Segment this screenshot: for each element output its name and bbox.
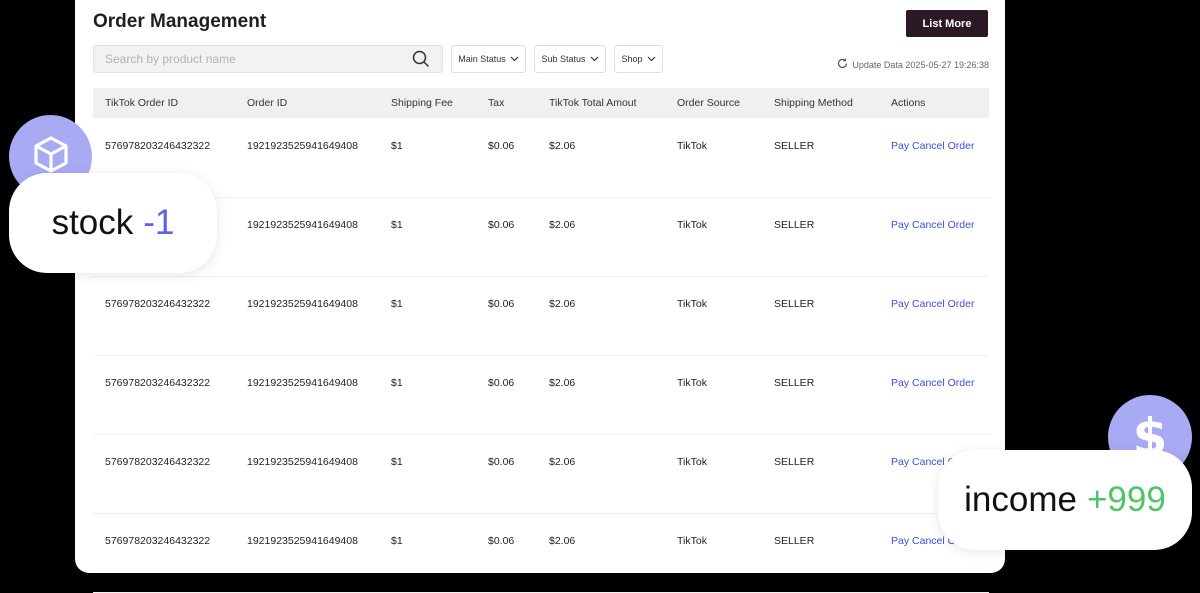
shop-label: Shop [621, 54, 643, 64]
pay-link[interactable]: Pay [891, 219, 909, 231]
column-header: Order Source [677, 97, 741, 109]
table-cell: 1921923525941649408 [247, 535, 358, 547]
table-cell: $2.06 [549, 456, 576, 468]
list-more-button[interactable]: List More [906, 10, 988, 37]
table-cell: $0.06 [488, 377, 515, 389]
table-cell: 1921923525941649408 [247, 456, 358, 468]
table-row: 576978203246432322 1921923525941649408 $1 $… [93, 118, 989, 198]
main-status-label: Main Status [458, 54, 506, 64]
table-row: 576978203246432322 1921923525941649408 $1 $… [93, 434, 989, 514]
table-cell: SELLER [774, 140, 815, 152]
table-cell: $2.06 [549, 140, 576, 152]
table-cell: 576978203246432322 [105, 298, 211, 310]
income-value: +999 [1086, 480, 1166, 519]
table-cell: 576978203246432322 [105, 377, 211, 389]
chevron-down-icon [510, 54, 519, 64]
table-cell: TikTok [677, 535, 707, 547]
table-cell: 576978203246432322 [105, 140, 211, 152]
main-status-dropdown[interactable]: Main Status [451, 45, 526, 73]
cancel-order-link[interactable]: Cancel Order [912, 298, 974, 310]
table-cell: 1921923525941649408 [247, 377, 358, 389]
cancel-order-link[interactable]: Cancel Order [912, 219, 974, 231]
shop-dropdown[interactable]: Shop [614, 45, 663, 73]
chevron-down-icon [590, 54, 599, 64]
table-cell: 1921923525941649408 [247, 298, 358, 310]
table-row: 576978203246432322 1921923525941649408 $1 $… [93, 276, 989, 356]
stock-label: stock [51, 203, 134, 242]
chevron-down-icon [647, 54, 656, 64]
table-cell: TikTok [677, 219, 707, 231]
table-cell: $1 [391, 456, 403, 468]
actions-cell: Pay Cancel Order [891, 219, 974, 231]
actions-cell: Pay Cancel Order [891, 298, 974, 310]
table-row: 576978203246432322 1921923525941649408 $1 $… [93, 355, 989, 435]
table-cell: SELLER [774, 219, 815, 231]
pay-link[interactable]: Pay [891, 535, 909, 547]
table-cell: TikTok [677, 298, 707, 310]
table-cell: $1 [391, 377, 403, 389]
cancel-order-link[interactable]: Cancel Order [912, 377, 974, 389]
sub-status-dropdown[interactable]: Sub Status [534, 45, 606, 73]
table-cell: $2.06 [549, 535, 576, 547]
actions-cell: Pay Cancel Order [891, 140, 974, 152]
column-header: Actions [891, 97, 926, 109]
table-cell: $2.06 [549, 377, 576, 389]
update-info: Update Data 2025-05-27 19:26:38 [837, 58, 989, 71]
table-cell: SELLER [774, 298, 815, 310]
table-row: 5769782032464323221921923525941649408$1$… [93, 197, 989, 277]
column-header: Tax [488, 97, 505, 109]
search-input[interactable] [94, 51, 410, 67]
table-cell: $1 [391, 535, 403, 547]
column-header: TikTok Total Amout [549, 97, 637, 109]
refresh-icon[interactable] [837, 58, 848, 71]
table-cell: $0.06 [488, 219, 515, 231]
actions-cell: Pay Cancel Order [891, 377, 974, 389]
table-cell: 576978203246432322 [105, 456, 211, 468]
pay-link[interactable]: Pay [891, 377, 909, 389]
table-cell: 1921923525941649408 [247, 140, 358, 152]
table-cell: SELLER [774, 377, 815, 389]
search-box [93, 45, 443, 73]
table-cell: $0.06 [488, 140, 515, 152]
stock-badge: stock -1 [9, 173, 217, 273]
income-label: income [964, 480, 1077, 519]
table-header: TikTok Order ID Order ID Shipping Fee Ta… [93, 88, 989, 118]
search-icon[interactable] [410, 48, 432, 70]
page-title: Order Management [93, 11, 267, 32]
order-management-panel: Order Management List More Main Status S… [75, 0, 1005, 593]
pay-link[interactable]: Pay [891, 140, 909, 152]
table-cell: $2.06 [549, 219, 576, 231]
column-header: TikTok Order ID [105, 97, 179, 109]
cancel-order-link[interactable]: Cancel Order [912, 140, 974, 152]
table-cell: TikTok [677, 456, 707, 468]
table-cell: $0.06 [488, 535, 515, 547]
pay-link[interactable]: Pay [891, 456, 909, 468]
stock-value: -1 [143, 203, 175, 242]
table-row: 576978203246432322 1921923525941649408 $1 $… [93, 513, 989, 593]
table-cell: 1921923525941649408 [247, 219, 358, 231]
table-cell: 576978203246432322 [105, 535, 211, 547]
table-cell: TikTok [677, 140, 707, 152]
table-cell: TikTok [677, 377, 707, 389]
column-header: Shipping Method [774, 97, 853, 109]
table-cell: $1 [391, 140, 403, 152]
table-cell: SELLER [774, 535, 815, 547]
table-cell: $0.06 [488, 298, 515, 310]
table-cell: $1 [391, 298, 403, 310]
table-cell: $0.06 [488, 456, 515, 468]
sub-status-label: Sub Status [541, 54, 586, 64]
income-badge: income +999 [938, 450, 1192, 550]
table-cell: $2.06 [549, 298, 576, 310]
table-cell: $1 [391, 219, 403, 231]
table-cell: SELLER [774, 456, 815, 468]
column-header: Order ID [247, 97, 288, 109]
update-text: Update Data 2025-05-27 19:26:38 [852, 59, 989, 70]
column-header: Shipping Fee [391, 97, 453, 109]
pay-link[interactable]: Pay [891, 298, 909, 310]
